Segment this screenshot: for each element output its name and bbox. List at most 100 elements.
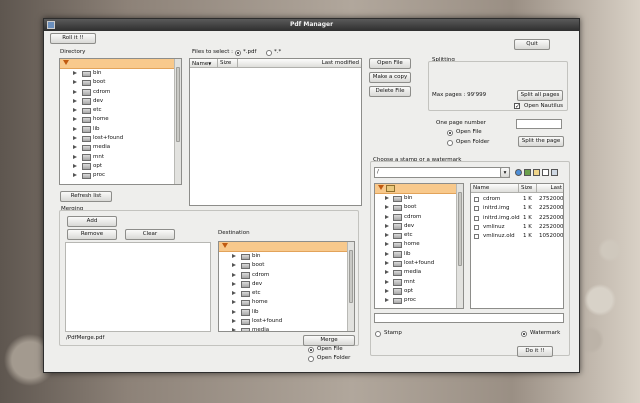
destination-tree-item[interactable]: cdrom — [219, 271, 354, 280]
destination-tree[interactable]: bin boot cdrom dev etc home lib lost+found media — [218, 241, 355, 332]
open-file-button[interactable]: Open File — [369, 58, 411, 69]
expand-arrow-icon[interactable] — [73, 80, 77, 85]
stamp-file-name-input[interactable] — [374, 313, 564, 323]
expand-arrow-icon[interactable] — [232, 272, 236, 277]
radio-merge-open-file[interactable] — [308, 347, 314, 353]
expand-arrow-icon[interactable] — [73, 145, 77, 150]
directory-tree-item[interactable]: home — [60, 115, 181, 124]
stamp-tree-item[interactable]: cdrom — [375, 213, 463, 222]
radio-stamp[interactable] — [375, 331, 381, 337]
expand-arrow-icon[interactable] — [232, 263, 236, 268]
expand-arrow-icon[interactable] — [232, 328, 236, 331]
expand-arrow-icon[interactable] — [385, 242, 389, 247]
destination-tree-item[interactable]: lost+found — [219, 317, 354, 326]
split-all-pages-button[interactable]: Split all pages — [517, 90, 563, 101]
radio-all-files[interactable] — [266, 50, 272, 56]
expand-arrow-icon[interactable] — [385, 261, 389, 266]
stamp-file-table[interactable]: Name Size Last cdrom 1 K 2752000 initrd.img… — [470, 183, 564, 309]
column-last-modified[interactable]: Last modified — [238, 59, 361, 68]
column-name[interactable]: Name▼ — [190, 59, 218, 68]
expand-arrow-icon[interactable] — [232, 291, 236, 296]
do-it-button[interactable]: Do it !! — [517, 346, 553, 357]
files-table[interactable]: Name▼ Size Last modified — [189, 58, 362, 206]
directory-tree-item[interactable]: lost+found — [60, 134, 181, 143]
stamp-tree-item[interactable]: mnt — [375, 278, 463, 287]
expand-arrow-icon[interactable] — [232, 281, 236, 286]
expand-arrow-icon[interactable] — [73, 136, 77, 141]
directory-tree-item[interactable]: proc — [60, 171, 181, 180]
merge-button[interactable]: Merge — [303, 335, 355, 346]
radio-split-open-folder[interactable] — [447, 140, 453, 146]
scrollbar-thumb[interactable] — [458, 192, 462, 267]
expand-arrow-icon[interactable] — [385, 223, 389, 228]
radio-split-open-file[interactable] — [447, 130, 453, 136]
clear-button[interactable]: Clear — [125, 229, 175, 240]
destination-scrollbar[interactable] — [347, 242, 354, 331]
expand-arrow-icon[interactable] — [385, 196, 389, 200]
stamp-tree-item[interactable]: etc — [375, 231, 463, 240]
delete-file-button[interactable]: Delete File — [369, 86, 411, 97]
expand-arrow-icon[interactable] — [73, 154, 77, 159]
column-size[interactable]: Size — [218, 59, 238, 68]
directory-tree-item[interactable]: bin — [60, 69, 181, 78]
expand-arrow-icon[interactable] — [385, 298, 389, 303]
expand-arrow-icon[interactable] — [232, 300, 236, 305]
stamp-file-row[interactable]: initrd.img 1 K 2252000 — [471, 204, 563, 213]
stamp-column-name[interactable]: Name — [471, 184, 519, 193]
merge-file-list[interactable] — [65, 242, 211, 332]
destination-tree-item[interactable]: home — [219, 298, 354, 307]
new-folder-icon[interactable] — [533, 169, 540, 176]
expand-arrow-icon[interactable] — [385, 205, 389, 210]
tree-root[interactable] — [60, 59, 181, 69]
open-nautilus-checkbox[interactable]: ✓ — [514, 103, 520, 110]
scrollbar-thumb[interactable] — [176, 67, 180, 142]
expand-arrow-icon[interactable] — [385, 251, 389, 256]
radio-merge-open-folder[interactable] — [308, 356, 314, 362]
stamp-file-row[interactable]: initrd.img.old 1 K 2252000 — [471, 214, 563, 223]
stamp-tree-item[interactable]: proc — [375, 296, 463, 305]
directory-tree[interactable]: bin boot cdrom dev etc home lib lost+found media… — [59, 58, 182, 185]
stamp-path-combo[interactable]: / — [374, 167, 510, 178]
make-copy-button[interactable]: Make a copy — [369, 72, 411, 83]
expand-arrow-icon[interactable] — [222, 243, 228, 248]
directory-tree-item[interactable]: etc — [60, 106, 181, 115]
home-icon[interactable] — [524, 169, 531, 176]
stamp-directory-tree[interactable]: bin boot cdrom dev etc home lib lost+found media… — [374, 183, 464, 309]
expand-arrow-icon[interactable] — [73, 126, 77, 131]
refresh-list-button[interactable]: Refresh list — [60, 191, 112, 202]
stamp-tree-item[interactable]: boot — [375, 203, 463, 212]
expand-arrow-icon[interactable] — [73, 163, 77, 168]
quit-button[interactable]: Quit — [514, 39, 550, 50]
stamp-file-row[interactable]: vmlinuz 1 K 2252000 — [471, 223, 563, 232]
expand-arrow-icon[interactable] — [385, 233, 389, 238]
expand-arrow-icon[interactable] — [73, 117, 77, 122]
destination-tree-item[interactable]: bin — [219, 252, 354, 261]
directory-tree-item[interactable]: lib — [60, 125, 181, 134]
stamp-tree-item[interactable]: opt — [375, 287, 463, 296]
stamp-file-row[interactable]: cdrom 1 K 2752000 — [471, 195, 563, 204]
stamp-tree-root[interactable] — [375, 184, 463, 194]
destination-tree-item[interactable]: media — [219, 326, 354, 331]
details-view-icon[interactable] — [551, 169, 558, 176]
expand-arrow-icon[interactable] — [385, 279, 389, 284]
go-up-icon[interactable] — [515, 169, 522, 176]
page-number-input[interactable] — [516, 119, 562, 129]
directory-tree-item[interactable]: boot — [60, 78, 181, 87]
destination-tree-item[interactable]: dev — [219, 280, 354, 289]
directory-scrollbar[interactable] — [174, 59, 181, 184]
expand-arrow-icon[interactable] — [232, 319, 236, 324]
expand-arrow-icon[interactable] — [378, 185, 384, 190]
scrollbar-thumb[interactable] — [349, 250, 353, 304]
destination-tree-item[interactable]: lib — [219, 308, 354, 317]
expand-arrow-icon[interactable] — [73, 71, 77, 75]
stamp-column-last[interactable]: Last — [537, 184, 563, 193]
path-dropdown-button[interactable]: ▾ — [500, 167, 510, 178]
stamp-tree-item[interactable]: bin — [375, 194, 463, 203]
expand-arrow-icon[interactable] — [385, 270, 389, 275]
radio-watermark[interactable] — [521, 331, 527, 337]
split-page-button[interactable]: Split the page — [518, 136, 564, 147]
radio-pdf[interactable] — [235, 50, 241, 56]
destination-tree-item[interactable]: boot — [219, 261, 354, 270]
directory-tree-item[interactable]: cdrom — [60, 88, 181, 97]
stamp-tree-item[interactable]: dev — [375, 222, 463, 231]
